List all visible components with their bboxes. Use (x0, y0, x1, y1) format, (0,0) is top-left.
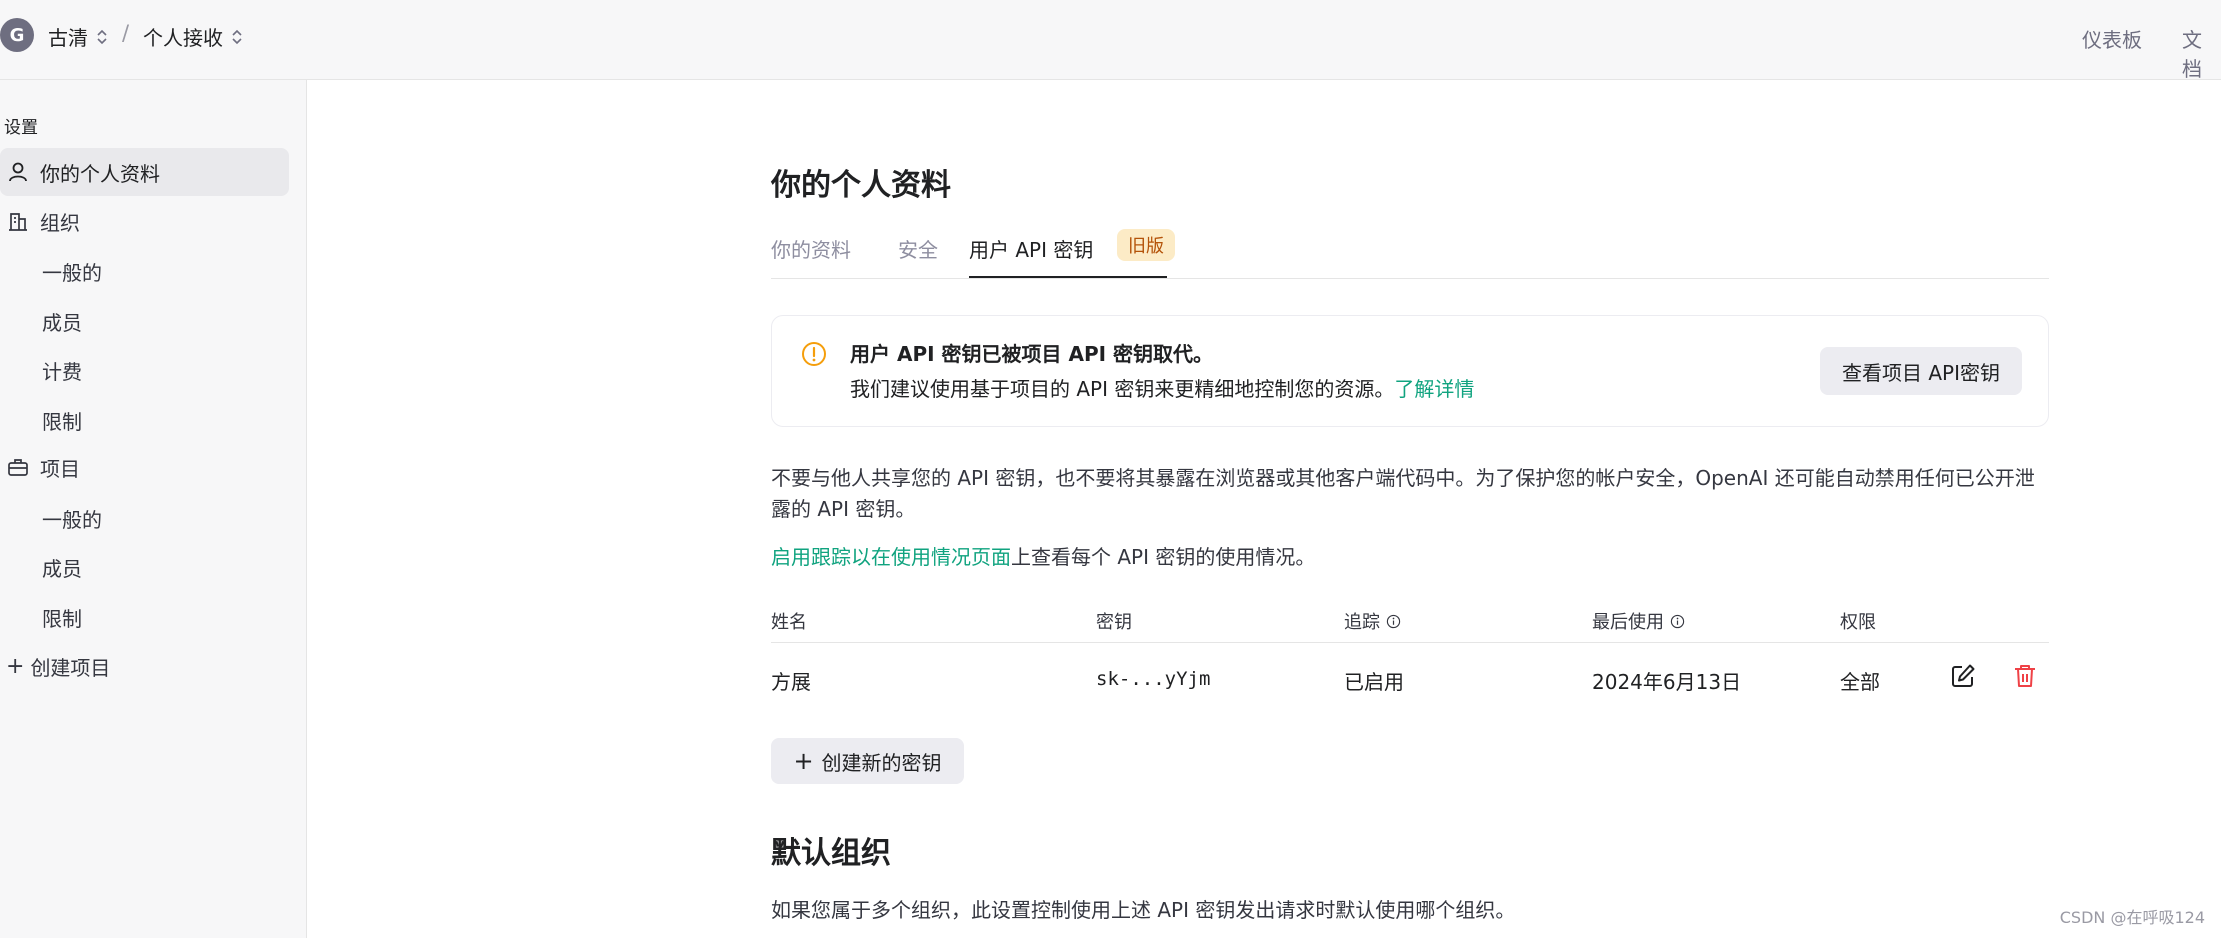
create-key-label: 创建新的密钥 (821, 750, 942, 775)
sidebar-item-org-limits[interactable]: 限制 (42, 406, 82, 435)
notice-body: 我们建议使用基于项目的 API 密钥来更精细地控制您的资源。了解详情 (850, 373, 1474, 402)
learn-more-link[interactable]: 了解详情 (1394, 377, 1474, 401)
tab-user-api-keys[interactable]: 用户 API 密钥 (969, 234, 1093, 263)
sidebar-item-label: 项目 (40, 456, 80, 481)
column-header-key: 密钥 (1096, 608, 1132, 634)
watermark: CSDN @在呼吸124 (2059, 908, 2205, 927)
notice-title: 用户 API 密钥已被项目 API 密钥取代。 (850, 342, 1214, 366)
legacy-badge: 旧版 (1117, 229, 1175, 261)
table-header: 姓名 密钥 追踪 最后使用 权限 (771, 604, 2049, 643)
org-switcher[interactable]: 古清 (48, 22, 108, 51)
plus-icon: + (793, 747, 814, 775)
info-icon[interactable] (1386, 614, 1401, 629)
plus-icon: + (6, 653, 25, 679)
project-name: 个人接收 (143, 26, 223, 50)
main-content: 你的个人资料 你的资料 安全 用户 API 密钥 旧版 用户 API 密钥已被项… (307, 80, 2221, 938)
create-project-button[interactable]: + 创建项目 (6, 652, 110, 681)
default-org-description: 如果您属于多个组织，此设置控制使用上述 API 密钥发出请求时默认使用哪个组织。 (771, 898, 1516, 922)
column-header-label: 权限 (1840, 612, 1876, 633)
breadcrumb-separator: / (122, 21, 130, 45)
info-icon[interactable] (1670, 614, 1685, 629)
tab-your-profile[interactable]: 你的资料 (771, 234, 851, 263)
tracking-cell: 已启用 (1344, 670, 1404, 694)
column-header-last-used: 最后使用 (1592, 608, 1685, 634)
tab-security[interactable]: 安全 (898, 234, 938, 263)
building-icon (6, 209, 30, 233)
settings-sidebar: 设置 你的个人资料 组织 一般的 成员 计费 限制 项目 一般的 成员 限制 +… (0, 80, 307, 938)
key-name-cell: 方展 (771, 670, 811, 694)
sidebar-item-label: 组织 (40, 210, 80, 235)
view-project-api-keys-button[interactable]: 查看项目 API密钥 (1820, 347, 2022, 395)
sidebar-item-project-members[interactable]: 成员 (42, 553, 82, 582)
org-name: 古清 (48, 26, 88, 50)
api-key-warning-text: 不要与他人共享您的 API 密钥，也不要将其暴露在浏览器或其他客户端代码中。为了… (771, 466, 2035, 521)
trash-icon[interactable] (2011, 662, 2039, 690)
column-header-label: 最后使用 (1592, 612, 1664, 633)
last-used-cell: 2024年6月13日 (1592, 670, 1742, 694)
chevron-updown-icon (97, 29, 107, 44)
default-org-title: 默认组织 (771, 836, 891, 871)
profile-tabs: 你的资料 安全 用户 API 密钥 旧版 (771, 226, 2049, 279)
page-title: 你的个人资料 (771, 168, 951, 203)
edit-icon[interactable] (1949, 662, 1977, 690)
sidebar-section-title: 设置 (4, 118, 38, 138)
create-new-secret-key-button[interactable]: + 创建新的密钥 (771, 738, 964, 784)
sidebar-item-project-limits[interactable]: 限制 (42, 603, 82, 632)
org-avatar[interactable]: G (0, 18, 34, 52)
notice-body-text: 我们建议使用基于项目的 API 密钥来更精细地控制您的资源。 (850, 377, 1395, 401)
info-warning-icon (802, 342, 826, 366)
nav-docs-link[interactable]: 文档 (2182, 24, 2221, 82)
project-switcher[interactable]: 个人接收 (143, 22, 243, 51)
tracking-text: 上查看每个 API 密钥的使用情况。 (1011, 545, 1316, 569)
column-header-label: 姓名 (771, 612, 807, 633)
create-project-label: 创建项目 (30, 656, 111, 680)
deprecation-notice: 用户 API 密钥已被项目 API 密钥取代。 我们建议使用基于项目的 API … (771, 315, 2049, 427)
sidebar-item-org-members[interactable]: 成员 (42, 307, 82, 336)
sidebar-item-project-general[interactable]: 一般的 (42, 504, 102, 533)
briefcase-icon (6, 455, 30, 479)
column-header-label: 密钥 (1096, 612, 1132, 633)
top-bar: G 古清 / 个人接收 仪表板 文档 (0, 0, 2221, 82)
user-icon (6, 160, 30, 184)
column-header-name: 姓名 (771, 608, 807, 634)
enable-tracking-link[interactable]: 启用跟踪以在使用情况页面 (771, 545, 1011, 569)
sidebar-item-profile[interactable]: 你的个人资料 (0, 148, 289, 196)
column-header-permissions: 权限 (1840, 608, 1876, 634)
nav-dashboard-link[interactable]: 仪表板 (2082, 24, 2142, 53)
chevron-updown-icon (232, 29, 242, 44)
tracking-paragraph: 启用跟踪以在使用情况页面上查看每个 API 密钥的使用情况。 (771, 542, 2051, 573)
sidebar-item-organization[interactable]: 组织 (0, 197, 289, 245)
column-header-label: 追踪 (1344, 612, 1380, 633)
sidebar-item-projects[interactable]: 项目 (0, 443, 289, 491)
column-header-tracking: 追踪 (1344, 608, 1401, 634)
permission-cell: 全部 (1840, 670, 1880, 694)
sidebar-item-org-general[interactable]: 一般的 (42, 257, 102, 286)
active-tab-indicator (969, 276, 1167, 278)
secret-key-cell: sk-...yYjm (1096, 668, 1211, 690)
sidebar-item-org-billing[interactable]: 计费 (42, 356, 82, 385)
sidebar-item-label: 你的个人资料 (40, 161, 160, 186)
